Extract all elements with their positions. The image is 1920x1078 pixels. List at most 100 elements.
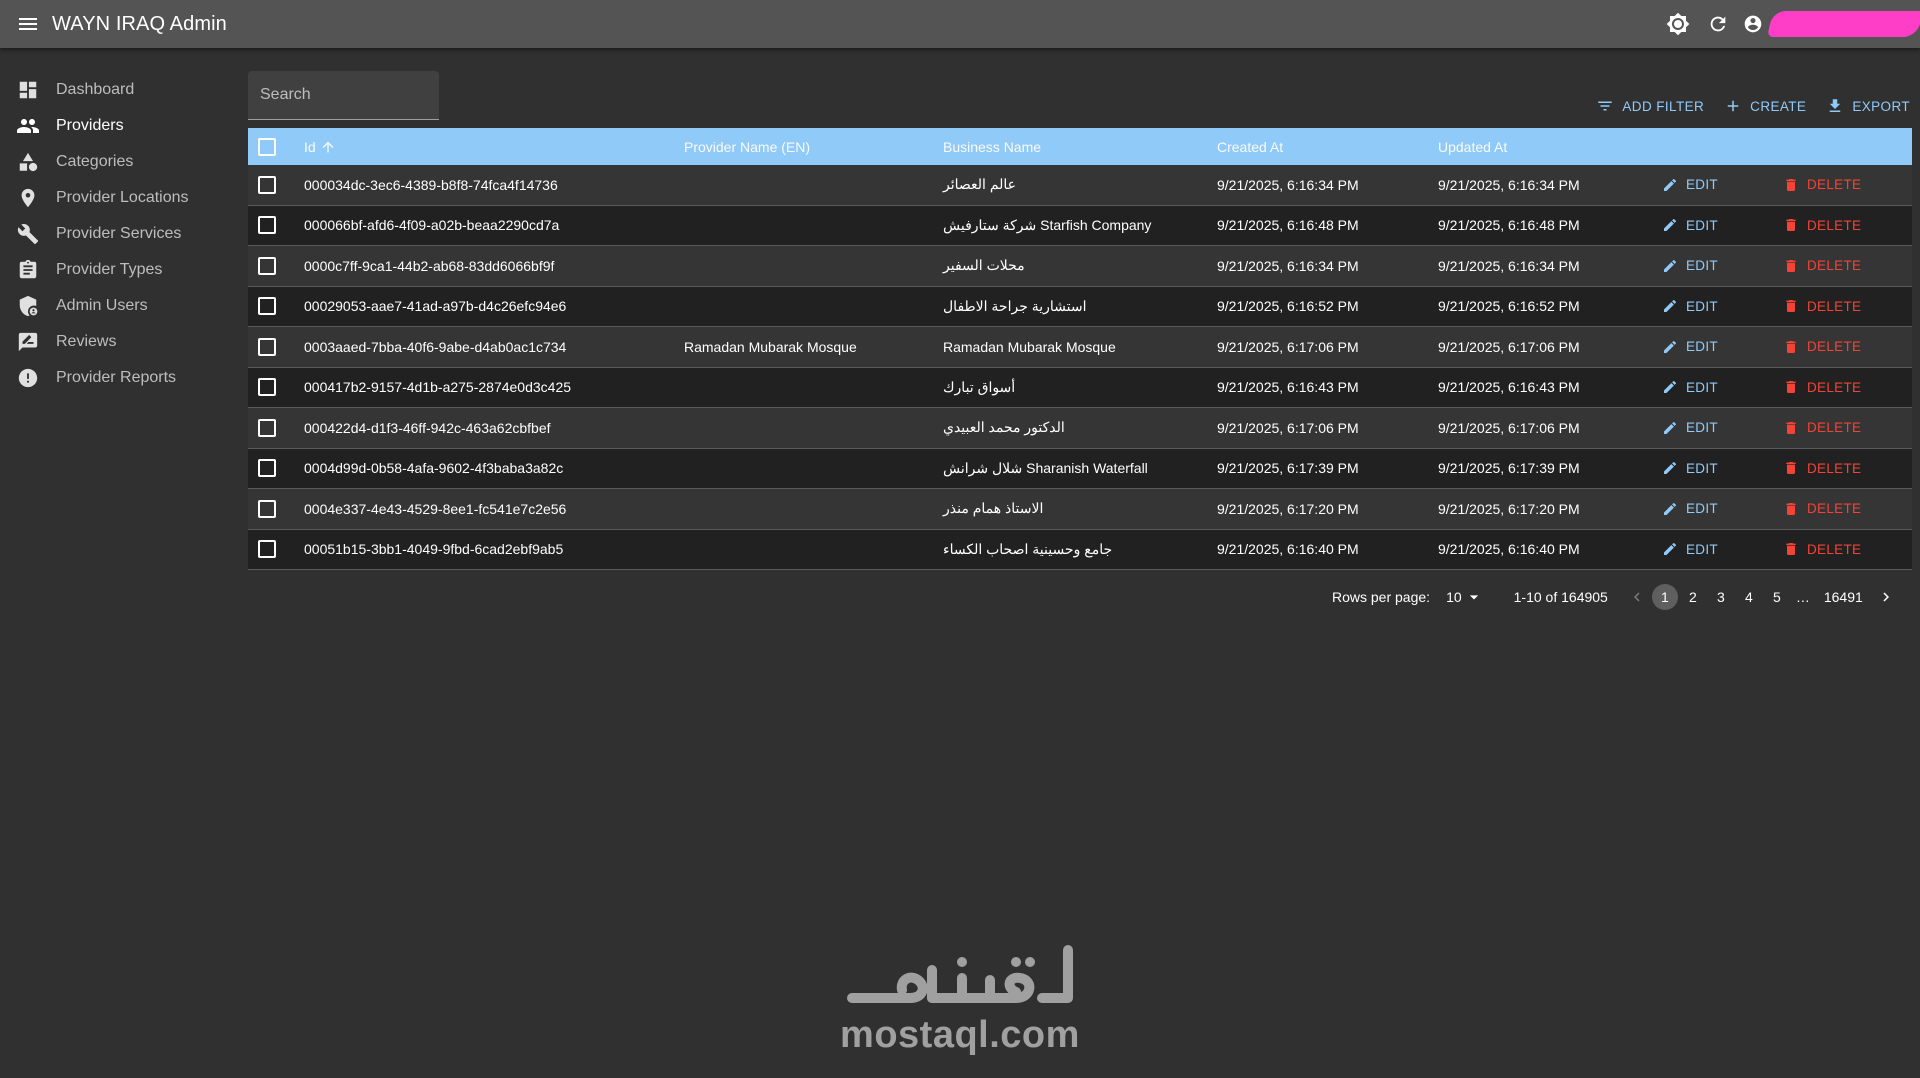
row-checkbox[interactable]	[258, 449, 276, 489]
column-header-provider-name[interactable]: Provider Name (EN)	[684, 139, 810, 155]
delete-label: DELETE	[1807, 339, 1862, 355]
report-icon	[16, 366, 40, 390]
delete-button[interactable]: DELETE	[1783, 298, 1861, 314]
edit-label: EDIT	[1686, 379, 1718, 395]
delete-button[interactable]: DELETE	[1783, 339, 1861, 355]
column-header-business-name[interactable]: Business Name	[943, 139, 1041, 155]
row-checkbox[interactable]	[258, 327, 276, 367]
row-checkbox[interactable]	[258, 368, 276, 408]
delete-label: DELETE	[1807, 420, 1862, 436]
page-button-1[interactable]: 1	[1651, 584, 1678, 610]
edit-button[interactable]: EDIT	[1662, 217, 1718, 233]
delete-button[interactable]: DELETE	[1783, 541, 1861, 557]
table-row[interactable]: 000417b2-9157-4d1b-a275-2874e0d3c425 أسو…	[248, 367, 1912, 408]
select-all-checkbox[interactable]	[258, 137, 276, 156]
edit-button[interactable]: EDIT	[1662, 339, 1718, 355]
delete-button[interactable]: DELETE	[1783, 258, 1861, 274]
table-row[interactable]: 0004d99d-0b58-4afa-9602-4f3baba3a82c شلا…	[248, 448, 1912, 489]
row-checkbox[interactable]	[258, 287, 276, 327]
cell-created-at: 9/21/2025, 6:17:20 PM	[1217, 500, 1359, 517]
create-button[interactable]: CREATE	[1724, 97, 1806, 115]
page-button-2[interactable]: 2	[1680, 584, 1706, 610]
theme-toggle-button[interactable]	[1658, 0, 1698, 48]
sidebar-item-dashboard[interactable]: Dashboard	[0, 72, 240, 108]
sidebar-item-label: Provider Reports	[56, 369, 177, 386]
add-filter-button[interactable]: ADD FILTER	[1596, 97, 1704, 115]
range-label: 1-10 of 164905	[1513, 589, 1608, 605]
sidebar-item-admin-users[interactable]: Admin Users	[0, 288, 240, 324]
delete-button[interactable]: DELETE	[1783, 379, 1861, 395]
edit-button[interactable]: EDIT	[1662, 258, 1718, 274]
edit-label: EDIT	[1686, 339, 1718, 355]
edit-label: EDIT	[1686, 420, 1718, 436]
cell-provider-name: Ramadan Mubarak Mosque	[684, 338, 857, 355]
prev-page-button[interactable]	[1628, 588, 1646, 606]
row-checkbox[interactable]	[258, 246, 276, 286]
sidebar-item-provider-services[interactable]: Provider Services	[0, 216, 240, 252]
trash-icon	[1786, 300, 1796, 313]
delete-button[interactable]: DELETE	[1783, 460, 1861, 476]
sidebar-item-providers[interactable]: Providers	[0, 108, 240, 144]
cell-created-at: 9/21/2025, 6:17:06 PM	[1217, 419, 1359, 436]
edit-button[interactable]: EDIT	[1662, 541, 1718, 557]
pencil-icon	[1664, 259, 1677, 272]
delete-label: DELETE	[1807, 541, 1862, 557]
search-field[interactable]	[248, 71, 439, 120]
category-icon	[16, 150, 40, 174]
sidebar-item-provider-types[interactable]: Provider Types	[0, 252, 240, 288]
cell-business-name: شركة ستارفيش Starfish Company	[943, 216, 1152, 233]
table-row[interactable]: 0000c7ff-9ca1-44b2-ab68-83dd6066bf9f محل…	[248, 246, 1912, 287]
chevron-left-icon	[1633, 592, 1640, 602]
column-header-updated-at[interactable]: Updated At	[1438, 139, 1507, 155]
sidebar-item-label: Admin Users	[56, 297, 148, 314]
cell-updated-at: 9/21/2025, 6:16:43 PM	[1438, 379, 1580, 396]
next-page-button[interactable]	[1877, 588, 1895, 606]
cell-id: 000034dc-3ec6-4389-b8f8-74fca4f14736	[304, 176, 558, 193]
refresh-button[interactable]	[1698, 0, 1738, 48]
row-checkbox[interactable]	[258, 530, 276, 570]
sidebar-item-categories[interactable]: Categories	[0, 144, 240, 180]
table-row[interactable]: 000066bf-afd6-4f09-a02b-beaa2290cd7a شرك…	[248, 205, 1912, 246]
column-header-id[interactable]: Id	[304, 139, 336, 155]
sidebar-item-provider-reports[interactable]: Provider Reports	[0, 360, 240, 396]
row-checkbox[interactable]	[258, 165, 276, 205]
row-checkbox[interactable]	[258, 489, 276, 529]
page-button-last[interactable]: 16491	[1818, 584, 1869, 610]
watermark-text: mostaql.com	[840, 1014, 1080, 1056]
table-row[interactable]: 0003aaed-7bba-40f6-9abe-d4ab0ac1c734 Ram…	[248, 327, 1912, 368]
sidebar-item-provider-locations[interactable]: Provider Locations	[0, 180, 240, 216]
column-header-label: Business Name	[943, 138, 1042, 155]
checkbox-box	[258, 137, 276, 156]
export-button[interactable]: EXPORT	[1826, 97, 1910, 115]
sidebar-item-reviews[interactable]: Reviews	[0, 324, 240, 360]
sidebar-item-label: Categories	[56, 153, 134, 170]
page-button-4[interactable]: 4	[1736, 584, 1762, 610]
delete-button[interactable]: DELETE	[1783, 420, 1861, 436]
table-row[interactable]: 000422d4-d1f3-46ff-942c-463a62cbfbef الد…	[248, 408, 1912, 449]
account-button[interactable]	[1738, 0, 1768, 48]
table-row[interactable]: 00029053-aae7-41ad-a97b-d4c26efc94e6 است…	[248, 286, 1912, 327]
edit-button[interactable]: EDIT	[1662, 420, 1718, 436]
page-button-3[interactable]: 3	[1708, 584, 1734, 610]
table-row[interactable]: 000034dc-3ec6-4389-b8f8-74fca4f14736 عال…	[248, 165, 1912, 206]
column-header-created-at[interactable]: Created At	[1217, 139, 1283, 155]
row-checkbox[interactable]	[258, 206, 276, 246]
edit-button[interactable]: EDIT	[1662, 298, 1718, 314]
table-row[interactable]: 0004e337-4e43-4529-8ee1-fc541e7c2e56 الا…	[248, 489, 1912, 530]
rows-per-page-select[interactable]: 10	[1446, 587, 1484, 607]
page-button-5[interactable]: 5	[1764, 584, 1790, 610]
table-row[interactable]: 00051b15-3bb1-4049-9fbd-6cad2ebf9ab5 جام…	[248, 529, 1912, 570]
delete-button[interactable]: DELETE	[1783, 501, 1861, 517]
edit-button[interactable]: EDIT	[1662, 501, 1718, 517]
edit-button[interactable]: EDIT	[1662, 460, 1718, 476]
rows-per-page-value: 10	[1446, 589, 1462, 605]
search-input[interactable]	[248, 71, 439, 119]
delete-button[interactable]: DELETE	[1783, 217, 1861, 233]
row-checkbox[interactable]	[258, 408, 276, 448]
edit-button[interactable]: EDIT	[1662, 379, 1718, 395]
edit-button[interactable]: EDIT	[1662, 177, 1718, 193]
menu-button[interactable]	[0, 0, 56, 48]
cell-business-name: محلات السفير	[943, 257, 1025, 274]
cell-business-name: الاستاذ همام منذر	[943, 500, 1044, 517]
delete-button[interactable]: DELETE	[1783, 177, 1861, 193]
